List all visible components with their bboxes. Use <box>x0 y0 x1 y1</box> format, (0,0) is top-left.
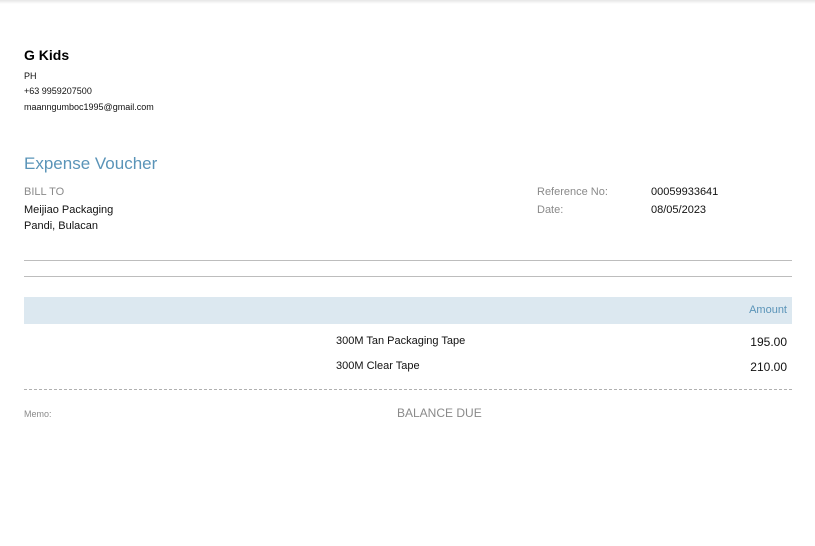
item-amount: 195.00 <box>750 335 787 349</box>
item-description: 300M Tan Packaging Tape <box>336 335 466 347</box>
divider-line <box>24 260 792 261</box>
bill-to-label: BILL TO <box>24 186 65 198</box>
balance-due-label: BALANCE DUE <box>397 406 482 420</box>
expense-voucher-page: G Kids PH +63 9959207500 maanngumboc1995… <box>0 0 815 546</box>
items-table-header: Amount <box>24 297 792 324</box>
dashed-divider <box>24 389 792 390</box>
company-name: G Kids <box>24 47 70 63</box>
date-value: 08/05/2023 <box>651 204 707 216</box>
bill-to-name: Meijiao Packaging <box>24 204 114 216</box>
item-description: 300M Clear Tape <box>336 360 420 372</box>
reference-label: Reference No: <box>537 186 608 198</box>
document-title: Expense Voucher <box>24 154 158 173</box>
date-label: Date: <box>537 204 564 216</box>
top-edge-shadow <box>0 0 815 4</box>
company-email: maanngumboc1995@gmail.com <box>24 102 154 112</box>
bill-to-address: Pandi, Bulacan <box>24 220 98 232</box>
reference-value: 00059933641 <box>651 186 719 198</box>
amount-column-header: Amount <box>749 304 787 316</box>
divider-line <box>24 276 792 277</box>
company-country: PH <box>24 71 37 81</box>
memo-label: Memo: <box>24 409 52 419</box>
company-phone: +63 9959207500 <box>24 86 92 96</box>
item-amount: 210.00 <box>750 360 787 374</box>
